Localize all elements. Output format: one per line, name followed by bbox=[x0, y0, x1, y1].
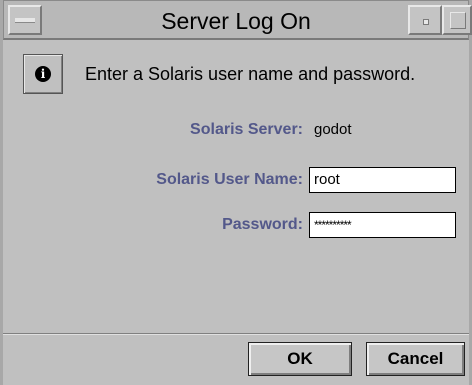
window-title: Server Log On bbox=[161, 8, 311, 34]
password-label: Password: bbox=[222, 216, 303, 233]
username-field[interactable]: root bbox=[309, 167, 456, 193]
title-bar[interactable]: Server Log On bbox=[3, 0, 472, 40]
cancel-button[interactable]: Cancel bbox=[366, 342, 465, 376]
server-logon-dialog: Server Log On i Enter a Solaris user nam… bbox=[0, 0, 472, 385]
dialog-message: Enter a Solaris user name and password. bbox=[85, 64, 416, 84]
info-icon: i bbox=[23, 54, 63, 94]
minimize-icon bbox=[423, 19, 429, 25]
password-field[interactable]: ********** bbox=[309, 212, 456, 238]
ok-button[interactable]: OK bbox=[248, 342, 352, 376]
username-label: Solaris User Name: bbox=[156, 171, 303, 188]
button-bar: OK Cancel bbox=[3, 333, 469, 385]
minimize-button[interactable] bbox=[408, 5, 442, 35]
maximize-icon bbox=[450, 12, 466, 29]
maximize-button[interactable] bbox=[442, 5, 472, 35]
dialog-content: i Enter a Solaris user name and password… bbox=[3, 40, 469, 333]
server-field: godot bbox=[309, 117, 456, 143]
server-label: Solaris Server: bbox=[190, 121, 303, 138]
